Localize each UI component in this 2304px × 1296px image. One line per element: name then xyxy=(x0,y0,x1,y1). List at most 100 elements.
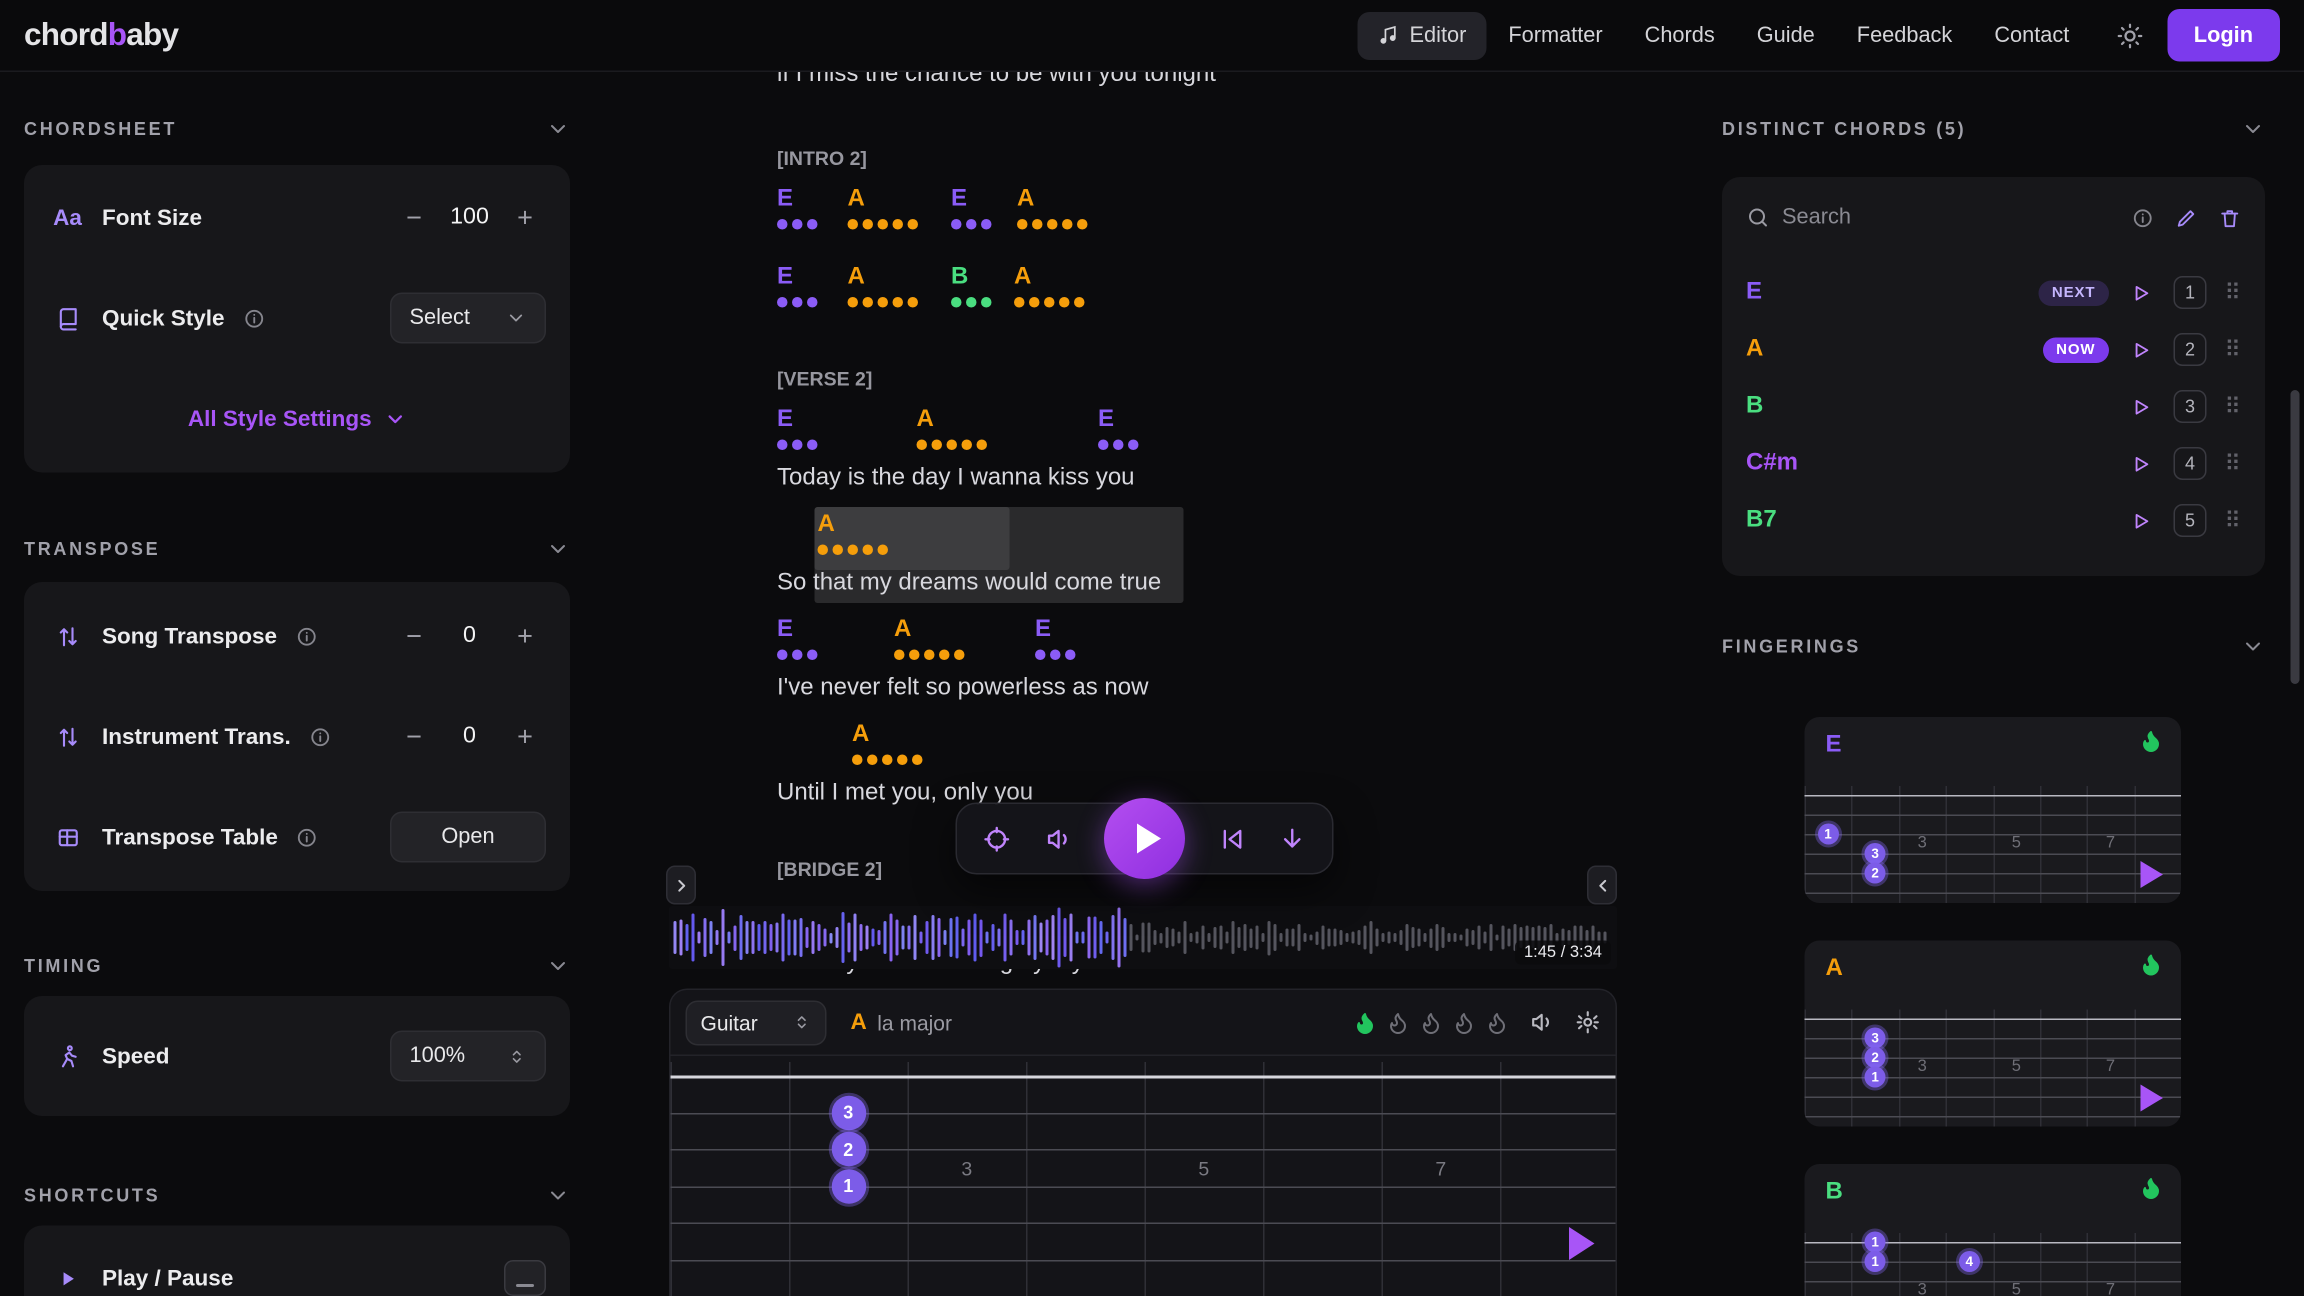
chord-play-button[interactable] xyxy=(2127,392,2156,421)
timing-section-header[interactable]: TIMING xyxy=(24,951,570,981)
page-scrollbar[interactable] xyxy=(2291,390,2300,684)
chord-play-button[interactable] xyxy=(2127,506,2156,535)
drag-handle-icon[interactable]: ⠿ xyxy=(2225,279,2242,306)
locate-playhead-button[interactable] xyxy=(980,821,1015,856)
finger-position[interactable]: 2 xyxy=(1865,1047,1886,1068)
font-size-increase-button[interactable]: + xyxy=(504,197,546,239)
finger-position[interactable]: 3 xyxy=(1865,1028,1886,1049)
chord-play-button[interactable] xyxy=(2127,449,2156,478)
fingering-card[interactable]: E357132 xyxy=(1805,717,2182,903)
chord-play-button[interactable] xyxy=(2127,278,2156,307)
instrument-transpose-increase-button[interactable]: + xyxy=(504,716,546,758)
flame-icon[interactable] xyxy=(1418,1009,1445,1036)
distinct-chords-section-header[interactable]: DISTINCT CHORDS (5) xyxy=(1722,114,2265,144)
guitar-fretboard[interactable]: 357321 xyxy=(671,1056,1618,1296)
scroll-down-button[interactable] xyxy=(1275,821,1310,856)
chordsheet-section-header[interactable]: CHORDSHEET xyxy=(24,114,570,144)
fretboard-settings-button[interactable] xyxy=(1575,1010,1601,1036)
chord[interactable]: E xyxy=(777,188,818,230)
chord[interactable]: E xyxy=(951,188,992,230)
fretboard-volume-button[interactable] xyxy=(1530,1010,1556,1036)
info-icon[interactable] xyxy=(243,307,266,330)
finger-position[interactable]: 4 xyxy=(1959,1251,1980,1272)
fingering-card[interactable]: B357114 xyxy=(1805,1164,2182,1296)
app-logo[interactable]: chordbaby xyxy=(24,17,178,53)
finger-position[interactable]: 1 xyxy=(1865,1232,1886,1253)
song-transpose-increase-button[interactable]: + xyxy=(504,615,546,657)
chord-list-item[interactable]: ENEXT1⠿ xyxy=(1746,264,2241,321)
chord[interactable]: B xyxy=(951,266,992,308)
fingering-play-button[interactable] xyxy=(2141,1085,2164,1112)
chord[interactable]: E xyxy=(777,618,818,660)
chord[interactable]: A xyxy=(1017,188,1088,230)
chord[interactable]: E xyxy=(1035,618,1076,660)
instrument-transpose-decrease-button[interactable]: − xyxy=(393,716,435,758)
finger-position[interactable]: 1 xyxy=(1865,1067,1886,1088)
waveform[interactable]: 1:45 / 3:34 xyxy=(669,906,1617,969)
finger-position[interactable]: 3 xyxy=(831,1095,866,1130)
transpose-table-open-button[interactable]: Open xyxy=(390,812,546,863)
drag-handle-icon[interactable]: ⠿ xyxy=(2225,450,2242,477)
flame-icon[interactable] xyxy=(1352,1009,1379,1036)
theme-toggle-button[interactable] xyxy=(2107,13,2152,58)
finger-position[interactable]: 1 xyxy=(1865,1251,1886,1272)
finger-position[interactable]: 2 xyxy=(1865,863,1886,884)
all-style-settings-button[interactable]: All Style Settings xyxy=(48,406,546,432)
nav-feedback[interactable]: Feedback xyxy=(1837,11,1972,59)
nav-chords[interactable]: Chords xyxy=(1625,11,1734,59)
chord[interactable]: A xyxy=(917,408,988,450)
chord-list-item[interactable]: ANOW2⠿ xyxy=(1746,321,2241,378)
chord[interactable]: A xyxy=(848,266,919,308)
shortcuts-section-header[interactable]: SHORTCUTS xyxy=(24,1181,570,1211)
speed-select[interactable]: 100% xyxy=(390,1031,546,1082)
flame-icon[interactable] xyxy=(1451,1009,1478,1036)
expand-left-button[interactable] xyxy=(666,866,696,905)
drag-handle-icon[interactable]: ⠿ xyxy=(2225,336,2242,363)
chord-sheet[interactable]: if I miss the chance to be with you toni… xyxy=(777,60,1695,1034)
fretboard-play-button[interactable] xyxy=(1569,1227,1595,1260)
finger-position[interactable]: 3 xyxy=(1865,843,1886,864)
drag-handle-icon[interactable]: ⠿ xyxy=(2225,507,2242,534)
mute-button[interactable] xyxy=(1042,821,1077,856)
drag-handle-icon[interactable]: ⠿ xyxy=(2225,393,2242,420)
chord[interactable]: A xyxy=(1014,266,1085,308)
info-icon[interactable] xyxy=(295,625,318,648)
chord-play-button[interactable] xyxy=(2127,335,2156,364)
login-button[interactable]: Login xyxy=(2167,9,2280,62)
fingering-card[interactable]: A357321 xyxy=(1805,941,2182,1127)
quick-style-select[interactable]: Select xyxy=(390,293,546,344)
fingering-play-button[interactable] xyxy=(2141,861,2164,888)
instrument-select[interactable]: Guitar xyxy=(686,1000,827,1045)
font-size-decrease-button[interactable]: − xyxy=(393,197,435,239)
chord[interactable]: E xyxy=(777,266,818,308)
info-icon[interactable] xyxy=(309,725,332,748)
chord[interactable]: A xyxy=(848,188,919,230)
nav-guide[interactable]: Guide xyxy=(1737,11,1834,59)
chord[interactable]: E xyxy=(777,408,818,450)
flame-icon[interactable] xyxy=(1484,1009,1511,1036)
nav-editor[interactable]: Editor xyxy=(1357,11,1486,59)
nav-formatter[interactable]: Formatter xyxy=(1489,11,1622,59)
transpose-section-header[interactable]: TRANSPOSE xyxy=(24,534,570,564)
skip-to-start-button[interactable] xyxy=(1213,821,1248,856)
chord[interactable]: A xyxy=(894,618,965,660)
song-transpose-decrease-button[interactable]: − xyxy=(393,615,435,657)
finger-position[interactable]: 2 xyxy=(831,1132,866,1167)
info-icon[interactable] xyxy=(296,826,319,849)
flame-icon[interactable] xyxy=(1385,1009,1412,1036)
delete-chords-button[interactable] xyxy=(2219,206,2242,229)
info-icon[interactable] xyxy=(2132,206,2155,229)
chord[interactable]: A xyxy=(818,513,889,555)
chord-list-item[interactable]: B75⠿ xyxy=(1746,492,2241,549)
finger-position[interactable]: 1 xyxy=(831,1169,866,1204)
collapse-right-button[interactable] xyxy=(1587,866,1617,905)
chord-list-item[interactable]: B3⠿ xyxy=(1746,378,2241,435)
finger-position[interactable]: 1 xyxy=(1818,824,1839,845)
chord[interactable]: E xyxy=(1098,408,1139,450)
chord[interactable]: A xyxy=(852,723,923,765)
nav-contact[interactable]: Contact xyxy=(1975,11,2089,59)
chord-list-item[interactable]: C#m4⠿ xyxy=(1746,435,2241,492)
play-button[interactable] xyxy=(1104,798,1185,879)
edit-chords-button[interactable] xyxy=(2175,206,2198,229)
fingerings-section-header[interactable]: FINGERINGS xyxy=(1722,632,2265,662)
